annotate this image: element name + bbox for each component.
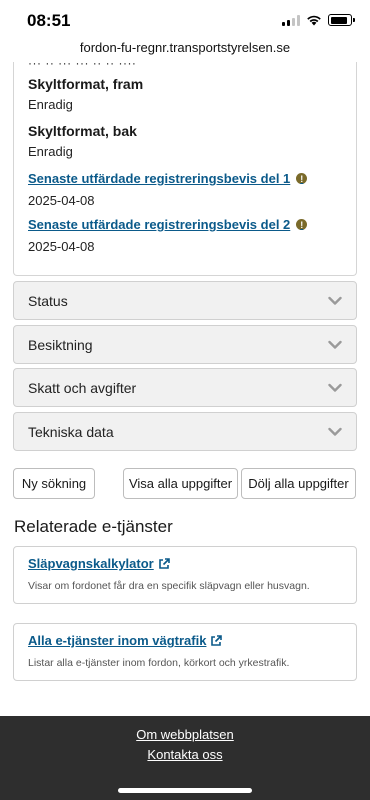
- field-value: 2025-04-08: [28, 193, 95, 208]
- about-site-link[interactable]: Om webbplatsen: [0, 727, 370, 742]
- accordion-label: Skatt och avgifter: [28, 379, 137, 396]
- accordion-inspection[interactable]: Besiktning: [13, 325, 357, 364]
- registration-certificate-part-1-link[interactable]: Senaste utfärdade registreringsbevis del…: [28, 171, 308, 186]
- link-label: Senaste utfärdade registreringsbevis del…: [28, 217, 291, 232]
- link-label: Senaste utfärdade registreringsbevis del…: [28, 171, 291, 186]
- plate-format-front: Skyltformat, fram Enradig: [28, 76, 143, 112]
- address-bar-url: fordon-fu-regnr.transportstyrelsen.se: [79, 40, 291, 55]
- cut-off-text: ··· ·· ··· ··· ·· ·· ····: [28, 62, 137, 70]
- chevron-down-icon: [328, 383, 342, 392]
- chevron-down-icon: [328, 427, 342, 436]
- accordion-technical-data[interactable]: Tekniska data: [13, 412, 357, 451]
- wifi-icon: [307, 15, 321, 26]
- info-circle-icon[interactable]: !: [296, 173, 308, 184]
- cellular-signal-icon: [282, 14, 300, 26]
- related-services-title: Relaterade e-tjänster: [14, 517, 173, 536]
- registration-certificate-part-2-link[interactable]: Senaste utfärdade registreringsbevis del…: [28, 217, 308, 232]
- status-icons: [282, 14, 355, 26]
- plate-format-rear: Skyltformat, bak Enradig: [28, 123, 137, 159]
- field-value: Enradig: [28, 97, 73, 112]
- contact-us-link[interactable]: Kontakta oss: [0, 747, 370, 762]
- battery-icon: [328, 14, 355, 26]
- accordion-label: Besiktning: [28, 336, 93, 353]
- chevron-down-icon: [328, 296, 342, 305]
- show-all-button[interactable]: Visa alla uppgifter: [123, 468, 238, 499]
- info-circle-icon[interactable]: !: [296, 219, 308, 230]
- status-time: 08:51: [27, 11, 71, 30]
- service-card-trailer-calculator: Släpvagnskalkylator Visar om fordonet få…: [13, 546, 357, 604]
- address-bar[interactable]: fordon-fu-regnr.transportstyrelsen.se: [0, 40, 370, 62]
- field-label: Skyltformat, bak: [28, 123, 137, 139]
- service-title: Släpvagnskalkylator: [28, 556, 154, 571]
- trailer-calculator-link[interactable]: Släpvagnskalkylator: [28, 556, 170, 571]
- accordion-tax-and-fees[interactable]: Skatt och avgifter: [13, 368, 357, 407]
- home-indicator[interactable]: [118, 788, 252, 793]
- all-road-services-link[interactable]: Alla e-tjänster inom vägtrafik: [28, 633, 223, 648]
- field-value: Enradig: [28, 144, 73, 159]
- accordion-status[interactable]: Status: [13, 281, 357, 320]
- field-value: 2025-04-08: [28, 239, 95, 254]
- service-card-all-road-services: Alla e-tjänster inom vägtrafik Listar al…: [13, 623, 357, 681]
- field-label: Skyltformat, fram: [28, 76, 144, 92]
- service-description: Listar alla e-tjänster inom fordon, körk…: [28, 657, 290, 669]
- service-description: Visar om fordonet får dra en specifik sl…: [28, 580, 310, 592]
- chevron-down-icon: [328, 340, 342, 349]
- registration-certificate-part-2: Senaste utfärdade registreringsbevis del…: [28, 216, 308, 254]
- service-title: Alla e-tjänster inom vägtrafik: [28, 633, 207, 648]
- status-bar: 08:51: [0, 0, 370, 40]
- external-link-icon: [158, 557, 170, 569]
- accordion-label: Status: [28, 292, 68, 309]
- external-link-icon: [211, 634, 223, 646]
- new-search-button[interactable]: Ny sökning: [13, 468, 95, 499]
- vehicle-info-card: ··· ·· ··· ··· ·· ·· ···· Skyltformat, f…: [13, 62, 357, 276]
- registration-certificate-part-1: Senaste utfärdade registreringsbevis del…: [28, 170, 308, 208]
- accordion-label: Tekniska data: [28, 423, 114, 440]
- hide-all-button[interactable]: Dölj alla uppgifter: [241, 468, 356, 499]
